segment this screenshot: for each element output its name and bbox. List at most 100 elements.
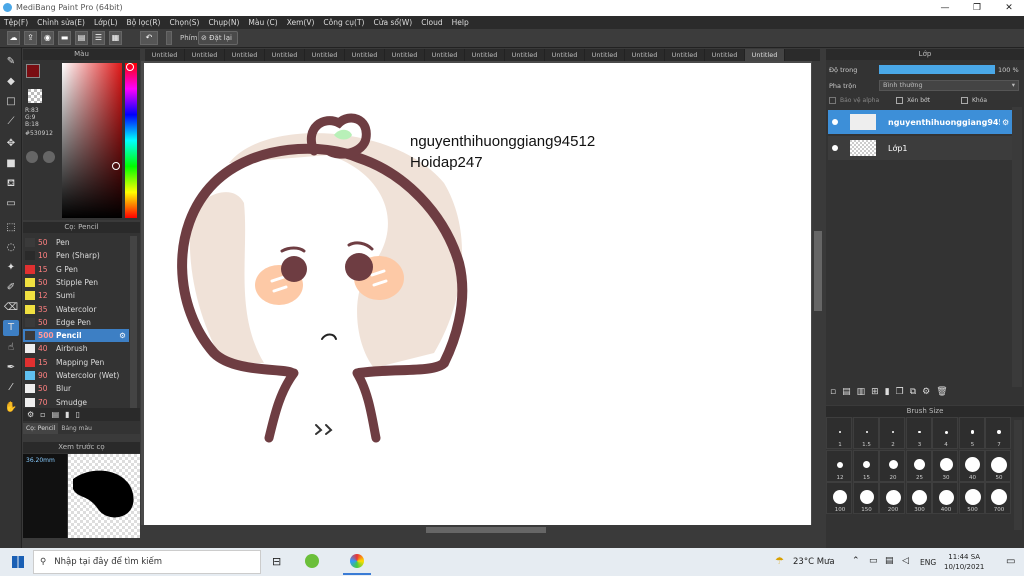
brush-size-option[interactable]: 2	[879, 417, 905, 449]
document-tab[interactable]: Untitled	[225, 49, 265, 61]
brush-size-option[interactable]: 4	[932, 417, 958, 449]
clock[interactable]: 11:44 SA 10/10/2021	[944, 552, 984, 572]
clip-option[interactable]: Xén bớt	[896, 97, 930, 104]
move-tool-icon[interactable]: ✥	[3, 136, 19, 152]
brush-add-icon[interactable]: ▫	[40, 410, 45, 419]
visibility-icon[interactable]	[832, 145, 838, 151]
hand-tool-icon[interactable]: ✋	[3, 400, 19, 416]
document-tab[interactable]: Untitled	[465, 49, 505, 61]
brush-size-option[interactable]: 5	[958, 417, 985, 449]
brush-item[interactable]: 500 Pencil ⚙	[23, 329, 129, 343]
delete-layer-icon[interactable]: 🗑	[936, 387, 947, 397]
layer-list-scrollbar[interactable]	[1012, 107, 1022, 387]
document-tab[interactable]: Untitled	[425, 49, 465, 61]
brush-size-option[interactable]: 150	[852, 482, 879, 514]
list-icon[interactable]: ☰	[92, 31, 105, 45]
menu-filter[interactable]: Bộ lọc(R)	[127, 18, 161, 27]
duplicate-layer-icon[interactable]: ❐	[896, 387, 904, 397]
transparent-swatch[interactable]	[28, 89, 42, 103]
menu-cloud[interactable]: Cloud	[421, 18, 442, 27]
canvas-vscrollbar[interactable]	[812, 61, 824, 533]
notification-icon[interactable]: ▭	[1006, 556, 1015, 567]
document-tab[interactable]: Untitled	[705, 49, 745, 61]
windows-start-icon[interactable]	[12, 556, 24, 568]
brush-folder-icon[interactable]: ▮	[65, 410, 69, 419]
eyedropper-icon[interactable]: ⁄	[3, 380, 19, 396]
select-eraser-icon[interactable]: ⌫	[3, 300, 19, 316]
menu-file[interactable]: Tệp(F)	[4, 18, 28, 27]
menu-layer[interactable]: Lớp(L)	[94, 18, 118, 27]
menu-help[interactable]: Help	[452, 18, 469, 27]
layer-settings-icon[interactable]: ⚙	[922, 387, 930, 397]
brush-item[interactable]: 50 Edge Pen	[23, 316, 129, 329]
brush-size-option[interactable]: 25	[905, 449, 932, 482]
brush-size-scrollbar[interactable]	[1014, 420, 1022, 530]
brush-item[interactable]: 70 Smudge	[23, 396, 129, 409]
document-tab[interactable]: Untitled	[505, 49, 545, 61]
close-button[interactable]: ✕	[994, 0, 1024, 16]
text-tool-icon[interactable]: T	[3, 320, 19, 336]
brush-item[interactable]: 50 Stipple Pen	[23, 276, 129, 289]
brush-list-scrollbar[interactable]	[130, 236, 137, 416]
blend-mode-select[interactable]: Bình thường ▾	[879, 80, 1019, 91]
lock-checkbox[interactable]	[961, 97, 968, 104]
new-halftone-layer-icon[interactable]: ▤	[842, 387, 851, 397]
layer-row-text[interactable]: nguyenthihuonggiang94512 ⚙	[828, 110, 1012, 134]
document-tab[interactable]: Untitled	[385, 49, 425, 61]
menu-view[interactable]: Xem(V)	[287, 18, 315, 27]
brush-size-option[interactable]: 400	[932, 482, 958, 514]
divide-tool-icon[interactable]: ✒	[3, 360, 19, 376]
sv-handle[interactable]	[112, 162, 120, 170]
document-tab[interactable]: Untitled	[265, 49, 305, 61]
canvas-hscrollbar[interactable]	[141, 525, 824, 535]
tab-brush[interactable]: Cọ: Pencil	[23, 423, 59, 434]
brush-item[interactable]: 50 Blur	[23, 382, 129, 395]
color-wheel-icon[interactable]	[43, 151, 55, 163]
brush-size-option[interactable]: 30	[932, 449, 958, 482]
fill-rect-tool-icon[interactable]: ■	[3, 156, 19, 172]
brush-size-option[interactable]: 200	[879, 482, 905, 514]
menu-snap[interactable]: Chụp(N)	[208, 18, 239, 27]
document-tab[interactable]: Untitled	[185, 49, 225, 61]
layer-folder-icon[interactable]: ▮	[885, 387, 890, 397]
brush-item[interactable]: 40 Airbrush	[23, 342, 129, 355]
task-view-icon[interactable]: ⊟	[272, 555, 281, 568]
language-indicator[interactable]: ENG	[920, 558, 936, 567]
document-tab[interactable]: Untitled	[345, 49, 385, 61]
canvas-hscroll-thumb[interactable]	[426, 527, 546, 533]
add-layer-dropdown-icon[interactable]: ⊞	[871, 387, 879, 397]
saturation-value-picker[interactable]	[62, 63, 122, 218]
brush-size-option[interactable]: 7	[985, 417, 1011, 449]
document-tab[interactable]: Untitled	[305, 49, 345, 61]
brush-gear-icon[interactable]: ⚙	[119, 331, 126, 340]
select-pen-icon[interactable]: ✐	[3, 280, 19, 296]
clip-checkbox[interactable]	[896, 97, 903, 104]
opacity-slider[interactable]	[879, 65, 995, 74]
visibility-icon[interactable]	[832, 119, 838, 125]
document-tab[interactable]: Untitled	[145, 49, 185, 61]
brush-item[interactable]: 15 Mapping Pen	[23, 356, 129, 369]
drawing-canvas[interactable]: nguyenthihuonggiang94512 Hoidap247	[144, 63, 811, 525]
protect-alpha-checkbox[interactable]	[829, 97, 836, 104]
minimize-button[interactable]: —	[930, 0, 960, 16]
document-tab[interactable]: Untitled	[545, 49, 585, 61]
save-icon[interactable]: ⇪	[24, 31, 37, 45]
select-tool-icon[interactable]: ⬚	[3, 220, 19, 236]
line-tool-icon[interactable]: ⟋	[3, 114, 19, 130]
gradient-tool-icon[interactable]: ▭	[3, 196, 19, 212]
brush-tool-icon[interactable]: ✎	[3, 54, 19, 70]
brush-size-option[interactable]: 3	[905, 417, 932, 449]
new-layer-icon[interactable]: ▫	[830, 387, 836, 397]
lasso-tool-icon[interactable]: ◌	[3, 240, 19, 256]
brush-item[interactable]: 90 Watercolor (Wet)	[23, 369, 129, 382]
brush-item[interactable]: 15 G Pen	[23, 263, 129, 276]
chat-icon[interactable]: ▬	[58, 31, 71, 45]
brush-delete-icon[interactable]: ▯	[76, 410, 80, 419]
document-tab[interactable]: Untitled	[745, 49, 785, 61]
menu-edit[interactable]: Chỉnh sửa(E)	[37, 18, 85, 27]
brush-size-option[interactable]: 20	[879, 449, 905, 482]
menu-window[interactable]: Cửa sổ(W)	[373, 18, 412, 27]
brush-item[interactable]: 10 Pen (Sharp)	[23, 249, 129, 262]
brush-copy-icon[interactable]: ▤	[52, 410, 60, 419]
brush-settings-icon[interactable]: ⚙	[27, 410, 34, 419]
